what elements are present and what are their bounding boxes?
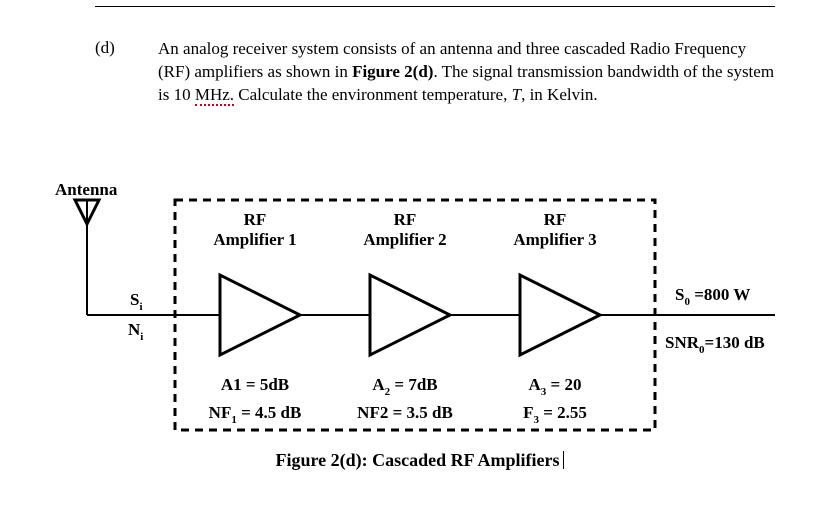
qt-figref: Figure 2(d) xyxy=(352,62,433,81)
top-rule xyxy=(95,6,775,7)
amp2-nf: NF2 = 3.5 dB xyxy=(357,403,453,422)
antenna-icon xyxy=(75,200,220,315)
question-row: (d) An analog receiver system consists o… xyxy=(95,38,775,107)
amp1-triangle-icon xyxy=(220,275,300,355)
ni-label: Ni xyxy=(128,320,143,343)
amp3-gain: A3 = 20 xyxy=(529,375,582,398)
qt-p4: , in Kelvin. xyxy=(521,85,598,104)
amp2-triangle-icon xyxy=(370,275,450,355)
so-label: S0 =800 W xyxy=(675,285,750,308)
svg-text:RF: RF xyxy=(394,210,417,229)
figure-2d: Antenna Si Ni RF Amplifier 1 A1 = 5dB xyxy=(55,180,785,440)
figure-caption: Figure 2(d): Cascaded RF Amplifiers xyxy=(55,450,785,471)
svg-text:RF: RF xyxy=(544,210,567,229)
amp1-nf: NF1 = 4.5 dB xyxy=(209,403,302,426)
svg-text:RF: RF xyxy=(244,210,267,229)
diagram-svg: Si Ni RF Amplifier 1 A1 = 5dB NF1 = 4.5 … xyxy=(55,180,785,440)
question-label: (d) xyxy=(95,38,158,107)
amp1-gain: A1 = 5dB xyxy=(221,375,289,394)
svg-text:Amplifier 1: Amplifier 1 xyxy=(213,230,296,249)
amp3-triangle-icon xyxy=(520,275,600,355)
svg-text:Amplifier 3: Amplifier 3 xyxy=(513,230,596,249)
question-text: An analog receiver system consists of an… xyxy=(158,38,775,107)
amp2-gain: A2 = 7dB xyxy=(372,375,437,398)
svg-text:Amplifier 2: Amplifier 2 xyxy=(363,230,446,249)
qt-T: T xyxy=(512,85,521,104)
amp3-nf: F3 = 2.55 xyxy=(523,403,587,426)
amp3: RF Amplifier 3 A3 = 20 F3 = 2.55 xyxy=(513,210,775,426)
snro-label: SNR0=130 dB xyxy=(665,333,765,356)
text-cursor-icon xyxy=(563,451,564,469)
amp2: RF Amplifier 2 A2 = 7dB NF2 = 3.5 dB xyxy=(357,210,520,422)
qt-mhz: MHz. xyxy=(195,85,234,106)
antenna-label: Antenna xyxy=(55,180,117,200)
qt-p3: Calculate the environment temperature, xyxy=(234,85,512,104)
amp1: RF Amplifier 1 A1 = 5dB NF1 = 4.5 dB xyxy=(209,210,370,426)
si-label: Si xyxy=(130,290,143,313)
